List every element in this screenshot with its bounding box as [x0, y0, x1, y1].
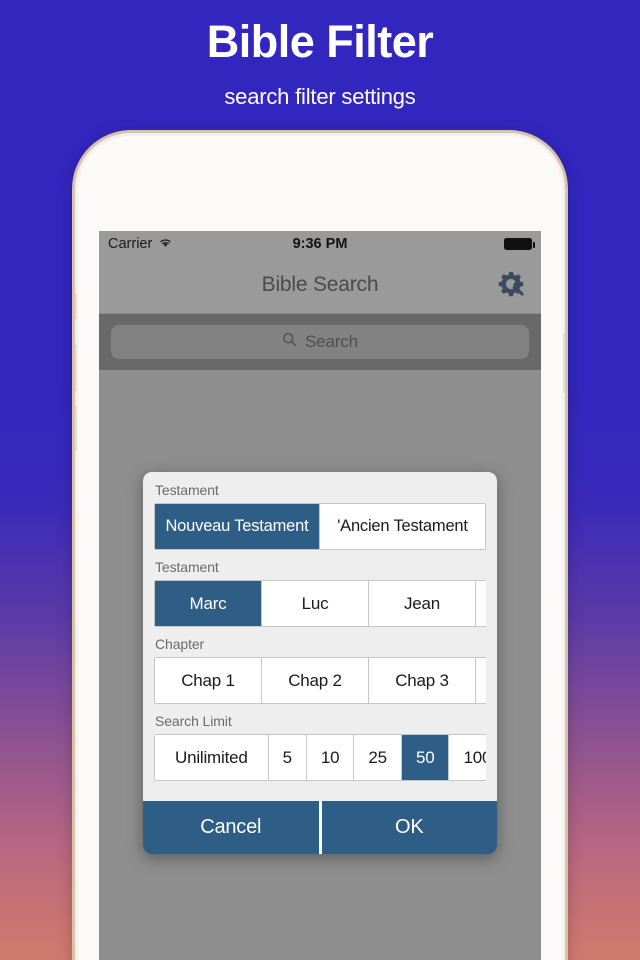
segment-search-limit-4[interactable]: 50	[401, 735, 450, 780]
segment-chapter-0[interactable]: Chap 1	[155, 658, 262, 703]
content-area: Testament Nouveau Testament 'Ancien Testam…	[99, 370, 541, 960]
segment-search-limit-2[interactable]: 10	[306, 735, 355, 780]
segmented-control-wrapper-search-limit: Unilimited5102550100200	[154, 734, 486, 781]
status-bar-right	[504, 238, 535, 250]
cancel-button[interactable]: Cancel	[143, 801, 319, 854]
section-label-book: Testament	[155, 559, 219, 575]
promo-subtitle: search filter settings	[224, 83, 416, 109]
segmented-control-chapter: Chap 1 Chap 2 Chap 3	[154, 657, 486, 704]
segmented-control-wrapper-chapter: Chap 1 Chap 2 Chap 3	[154, 657, 486, 704]
segment-book-1[interactable]: Luc	[262, 581, 369, 626]
segmented-control-search-limit: Unilimited5102550100200	[154, 734, 486, 781]
magnifier-icon	[282, 332, 297, 352]
segment-search-limit-1[interactable]: 5	[268, 735, 307, 780]
phone-screen: Carrier 9:36 PM Bible Search Search Test…	[99, 231, 541, 960]
segment-chapter-1[interactable]: Chap 2	[262, 658, 369, 703]
segment-search-limit-5[interactable]: 100	[449, 735, 486, 780]
page-title: Bible Search	[261, 273, 379, 296]
wifi-icon	[158, 236, 173, 252]
phone-volume-up-button	[75, 345, 77, 391]
search-area: Search	[99, 314, 541, 370]
promo-title: Bible Filter	[206, 16, 434, 67]
segmented-control-book: Marc Luc Jean	[154, 580, 486, 627]
segment-search-limit-0[interactable]: Unilimited	[155, 735, 269, 780]
filter-dialog: Testament Nouveau Testament 'Ancien Testam…	[143, 472, 497, 854]
section-label-chapter: Chapter	[155, 636, 205, 652]
segmented-control-testament: Nouveau Testament 'Ancien Testament	[154, 503, 486, 550]
phone-power-button	[563, 333, 565, 393]
segment-chapter-3[interactable]	[476, 658, 486, 703]
segment-book-3[interactable]	[476, 581, 486, 626]
search-input[interactable]: Search	[111, 325, 529, 359]
filter-dialog-body: Testament Nouveau Testament 'Ancien Testam…	[143, 472, 497, 801]
battery-full-icon	[504, 238, 535, 250]
segment-chapter-2[interactable]: Chap 3	[369, 658, 476, 703]
search-placeholder: Search	[305, 332, 358, 351]
status-bar-left: Carrier	[108, 236, 173, 252]
segment-book-0[interactable]: Marc	[155, 581, 262, 626]
segmented-control-wrapper-testament: Nouveau Testament 'Ancien Testament	[154, 503, 486, 550]
segment-search-limit-3[interactable]: 25	[354, 735, 402, 780]
segment-testament-1[interactable]: 'Ancien Testament	[320, 504, 485, 549]
phone-silence-switch	[75, 293, 77, 319]
navigation-bar: Bible Search	[99, 257, 541, 314]
status-bar: Carrier 9:36 PM	[99, 231, 541, 257]
segmented-control-wrapper-book: Marc Luc Jean	[154, 580, 486, 627]
promo-header: Bible Filter search filter settings	[0, 0, 640, 110]
filter-dialog-actions: Cancel OK	[143, 801, 497, 854]
ok-button[interactable]: OK	[321, 801, 497, 854]
segment-book-2[interactable]: Jean	[369, 581, 476, 626]
carrier-label: Carrier	[108, 236, 153, 252]
section-label-testament: Testament	[155, 482, 219, 498]
segment-testament-0[interactable]: Nouveau Testament	[155, 504, 320, 549]
phone-mockup: Carrier 9:36 PM Bible Search Search Test…	[75, 133, 565, 960]
gear-wrench-icon[interactable]	[495, 268, 529, 302]
section-label-search-limit: Search Limit	[155, 713, 232, 729]
phone-volume-down-button	[75, 405, 77, 451]
